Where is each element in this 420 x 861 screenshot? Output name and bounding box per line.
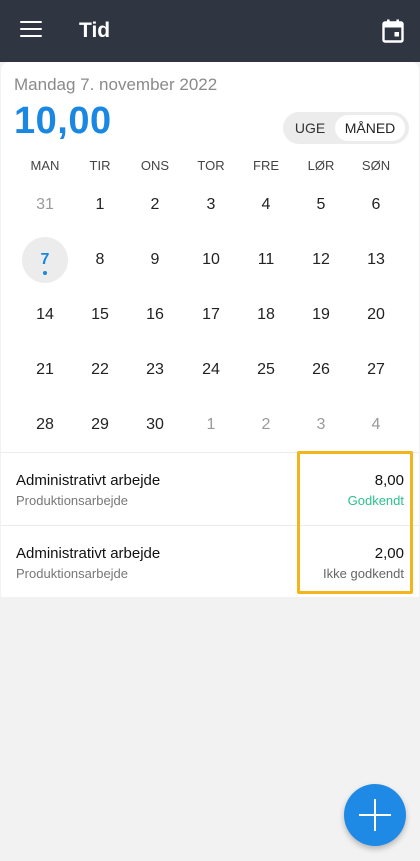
plus-icon-stroke bbox=[374, 799, 376, 831]
weekday-label: SØN bbox=[361, 158, 391, 173]
entry-hours: 8,00 bbox=[374, 472, 404, 489]
entry-subtitle: Produktionsarbejde bbox=[16, 493, 129, 508]
entry-status: Godkendt bbox=[347, 493, 404, 508]
calendar-day[interactable]: 26 bbox=[298, 347, 344, 393]
calendar-day[interactable]: 2 bbox=[243, 402, 289, 448]
entry-status: Ikke godkendt bbox=[323, 566, 404, 581]
calendar-day[interactable]: 3 bbox=[298, 402, 344, 448]
entry-title: Administrativt arbejde bbox=[16, 472, 161, 489]
calendar-card: Mandag 7. november 2022 10,00 UGE MÅNED … bbox=[1, 62, 419, 597]
calendar-day[interactable]: 21 bbox=[22, 347, 68, 393]
calendar-day[interactable]: 28 bbox=[22, 402, 68, 448]
toggle-week[interactable]: UGE bbox=[289, 112, 331, 144]
entry-hours: 2,00 bbox=[374, 545, 404, 562]
calendar-day[interactable]: 8 bbox=[77, 237, 123, 283]
time-entry-row[interactable]: Administrativt arbejde Produktionsarbejd… bbox=[1, 525, 419, 598]
calendar-day[interactable]: 13 bbox=[353, 237, 399, 283]
calendar-icon[interactable] bbox=[382, 19, 404, 43]
toggle-month[interactable]: MÅNED bbox=[335, 115, 405, 141]
calendar-day[interactable]: 5 bbox=[298, 182, 344, 228]
app-bar: Tid bbox=[0, 0, 420, 62]
weekday-label: ONS bbox=[140, 158, 170, 173]
calendar-day[interactable]: 25 bbox=[243, 347, 289, 393]
calendar-day[interactable]: 15 bbox=[77, 292, 123, 338]
weekday-label: TOR bbox=[197, 158, 225, 173]
calendar-day[interactable]: 4 bbox=[243, 182, 289, 228]
calendar-day[interactable]: 17 bbox=[188, 292, 234, 338]
calendar-day[interactable]: 27 bbox=[353, 347, 399, 393]
calendar-day[interactable]: 6 bbox=[353, 182, 399, 228]
weekday-label: FRE bbox=[253, 158, 279, 173]
calendar-day[interactable]: 4 bbox=[353, 402, 399, 448]
weekday-label: LØR bbox=[307, 158, 335, 173]
calendar-day[interactable]: 24 bbox=[188, 347, 234, 393]
add-entry-button[interactable] bbox=[344, 784, 406, 846]
calendar-day[interactable]: 18 bbox=[243, 292, 289, 338]
calendar-day[interactable]: 1 bbox=[77, 182, 123, 228]
hamburger-menu-icon[interactable] bbox=[20, 21, 42, 39]
entry-subtitle: Produktionsarbejde bbox=[16, 566, 129, 581]
entry-title: Administrativt arbejde bbox=[16, 545, 161, 562]
calendar-day[interactable]: 31 bbox=[22, 182, 68, 228]
calendar-day[interactable]: 30 bbox=[132, 402, 178, 448]
calendar-day[interactable]: 22 bbox=[77, 347, 123, 393]
total-hours: 10,00 bbox=[14, 100, 112, 142]
calendar-day[interactable]: 11 bbox=[243, 237, 289, 283]
calendar-day[interactable]: 3 bbox=[188, 182, 234, 228]
page-title: Tid bbox=[79, 19, 111, 42]
calendar-day-selected[interactable]: 7 bbox=[22, 237, 68, 283]
calendar-day[interactable]: 2 bbox=[132, 182, 178, 228]
calendar-day[interactable]: 19 bbox=[298, 292, 344, 338]
calendar-day[interactable]: 16 bbox=[132, 292, 178, 338]
time-entry-row[interactable]: Administrativt arbejde Produktionsarbejd… bbox=[1, 452, 419, 525]
calendar-day[interactable]: 9 bbox=[132, 237, 178, 283]
selected-date: Mandag 7. november 2022 bbox=[14, 75, 218, 94]
calendar-day[interactable]: 10 bbox=[188, 237, 234, 283]
view-toggle: UGE MÅNED bbox=[283, 112, 409, 144]
weekday-header: MAN TIR ONS TOR FRE LØR SØN bbox=[17, 158, 404, 178]
calendar-day[interactable]: 29 bbox=[77, 402, 123, 448]
calendar-day[interactable]: 20 bbox=[353, 292, 399, 338]
weekday-label: MAN bbox=[30, 158, 60, 173]
calendar-day[interactable]: 12 bbox=[298, 237, 344, 283]
weekday-label: TIR bbox=[89, 158, 111, 173]
calendar-day[interactable]: 1 bbox=[188, 402, 234, 448]
calendar-day[interactable]: 14 bbox=[22, 292, 68, 338]
calendar-day[interactable]: 23 bbox=[132, 347, 178, 393]
